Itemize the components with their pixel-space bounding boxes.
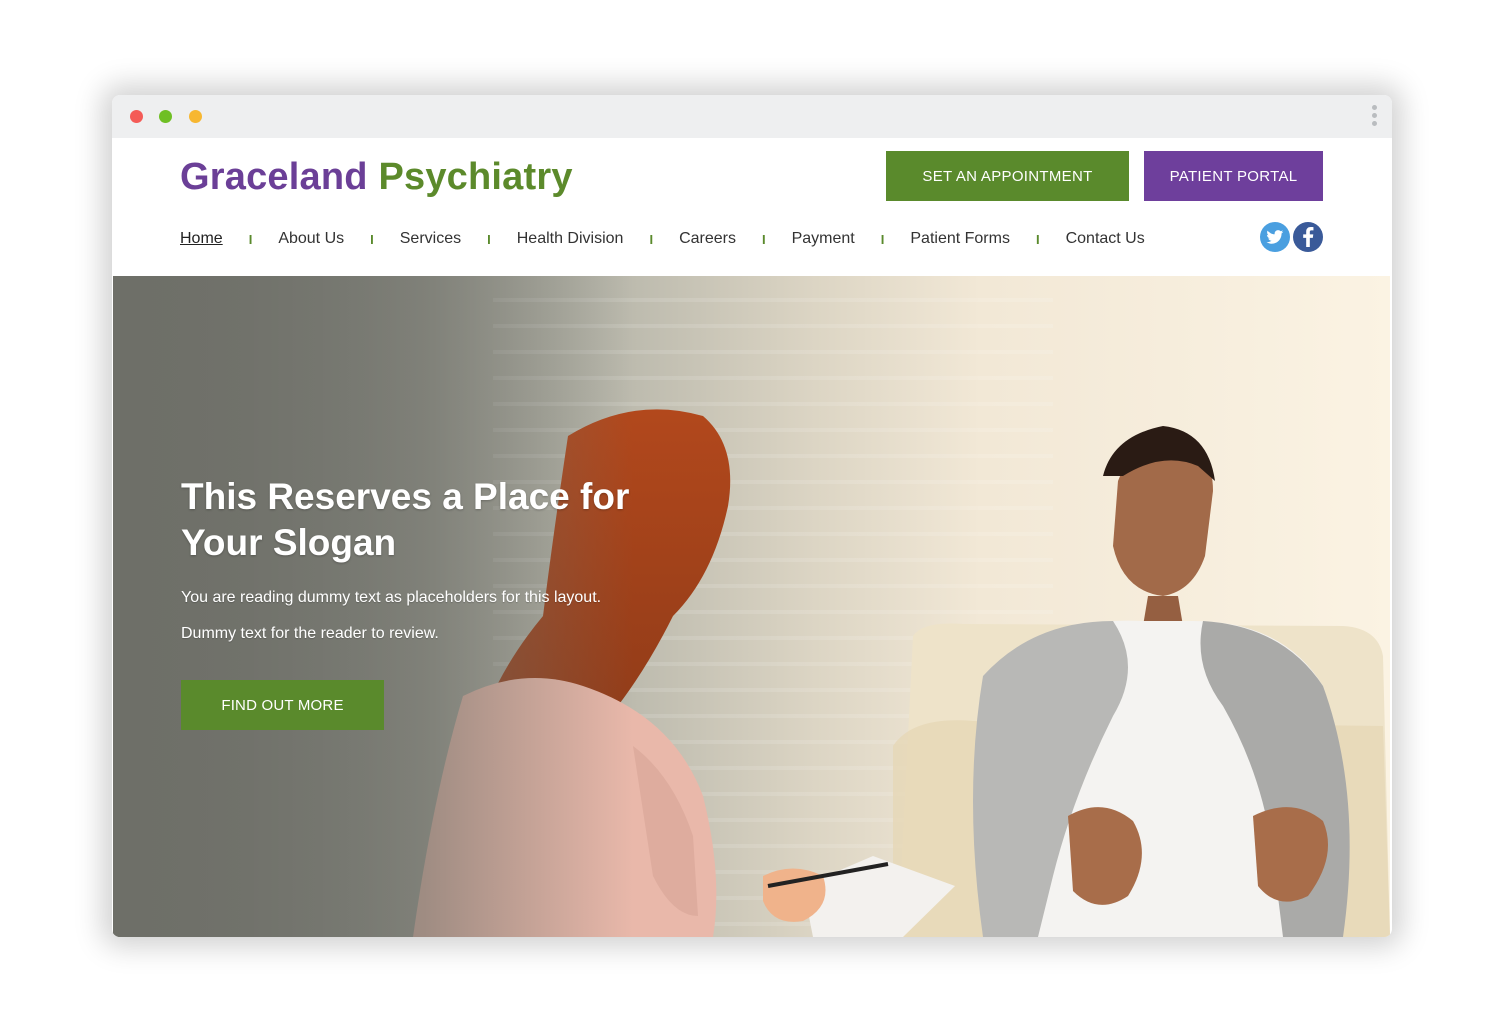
minimize-window-button[interactable]	[159, 110, 172, 123]
nav-separator: I	[1035, 231, 1040, 247]
kebab-menu-icon[interactable]	[1368, 105, 1380, 131]
browser-window: Graceland Psychiatry SET AN APPOINTMENT …	[112, 95, 1392, 937]
set-appointment-button[interactable]: SET AN APPOINTMENT	[886, 151, 1129, 201]
nav-payment[interactable]: Payment	[792, 230, 855, 248]
nav-about-us[interactable]: About Us	[278, 230, 344, 248]
nav-home[interactable]: Home	[180, 230, 223, 248]
hero-slogan: This Reserves a Place for Your Slogan	[181, 476, 630, 563]
window-titlebar	[112, 95, 1392, 138]
patient-portal-button[interactable]: PATIENT PORTAL	[1144, 151, 1323, 201]
hero-text-line-2: Dummy text for the reader to review.	[181, 625, 439, 642]
nav-separator: I	[880, 231, 885, 247]
maximize-window-button[interactable]	[189, 110, 202, 123]
nav-contact-us[interactable]: Contact Us	[1066, 230, 1145, 248]
hero-banner: This Reserves a Place for Your Slogan Yo…	[113, 276, 1390, 937]
main-nav: Home I About Us I Services I Health Divi…	[180, 228, 1145, 250]
close-window-button[interactable]	[130, 110, 143, 123]
nav-health-division[interactable]: Health Division	[517, 230, 624, 248]
logo-word-psychiatry: Psychiatry	[378, 156, 573, 198]
nav-services[interactable]: Services	[400, 230, 461, 248]
site-header: Graceland Psychiatry SET AN APPOINTMENT …	[112, 138, 1392, 276]
nav-separator: I	[248, 231, 253, 247]
nav-separator: I	[649, 231, 654, 247]
twitter-icon[interactable]	[1260, 222, 1290, 252]
nav-separator: I	[370, 231, 374, 247]
facebook-icon[interactable]	[1293, 222, 1323, 252]
hero-text-line-1: You are reading dummy text as placeholde…	[181, 589, 602, 606]
nav-separator: I	[761, 231, 766, 247]
nav-careers[interactable]: Careers	[679, 230, 736, 248]
find-out-more-button[interactable]: FIND OUT MORE	[181, 680, 384, 730]
logo-word-graceland: Graceland	[180, 156, 368, 198]
nav-patient-forms[interactable]: Patient Forms	[910, 230, 1010, 248]
nav-separator: I	[487, 231, 491, 247]
site-logo[interactable]: Graceland Psychiatry	[180, 156, 573, 199]
